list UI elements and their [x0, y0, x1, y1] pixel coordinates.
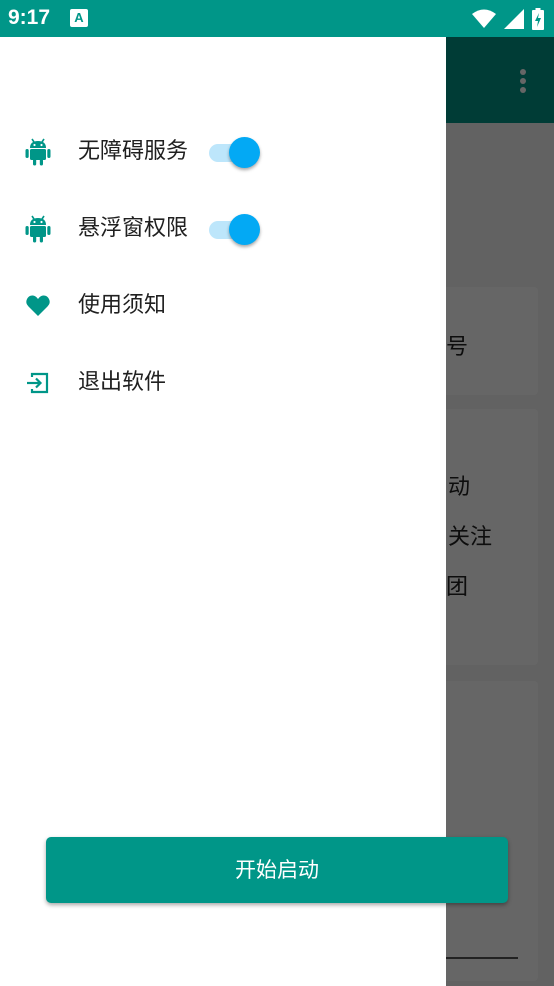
wifi-icon	[472, 9, 496, 28]
status-icons	[472, 8, 544, 30]
accessibility-service-toggle[interactable]	[209, 136, 261, 168]
android-icon	[25, 138, 51, 166]
menu-item-label: 无障碍服务	[78, 139, 189, 164]
start-button[interactable]: 开始启动	[46, 837, 508, 903]
switch-thumb	[229, 214, 260, 245]
menu-item-accessibility-service[interactable]: 无障碍服务	[0, 122, 446, 182]
menu-item-overlay-permission[interactable]: 悬浮窗权限	[0, 199, 446, 259]
menu-item-label: 使用须知	[78, 293, 167, 318]
app-screen: 9:17 A 号 动 关注 团	[0, 0, 554, 986]
notification-icon: A	[70, 9, 88, 27]
menu-item-exit-app[interactable]: 退出软件	[0, 353, 446, 413]
heart-icon	[26, 295, 50, 316]
status-time: 9:17	[8, 6, 51, 29]
switch-thumb	[229, 137, 260, 168]
android-icon	[25, 215, 51, 243]
signal-icon	[504, 9, 524, 29]
exit-icon	[27, 372, 49, 394]
battery-icon	[532, 8, 544, 30]
menu-item-label: 退出软件	[78, 370, 167, 395]
overlay-permission-toggle[interactable]	[209, 213, 261, 245]
menu-item-usage-notice[interactable]: 使用须知	[0, 276, 446, 336]
status-bar: 9:17 A	[0, 0, 554, 37]
menu-item-label: 悬浮窗权限	[78, 216, 189, 241]
